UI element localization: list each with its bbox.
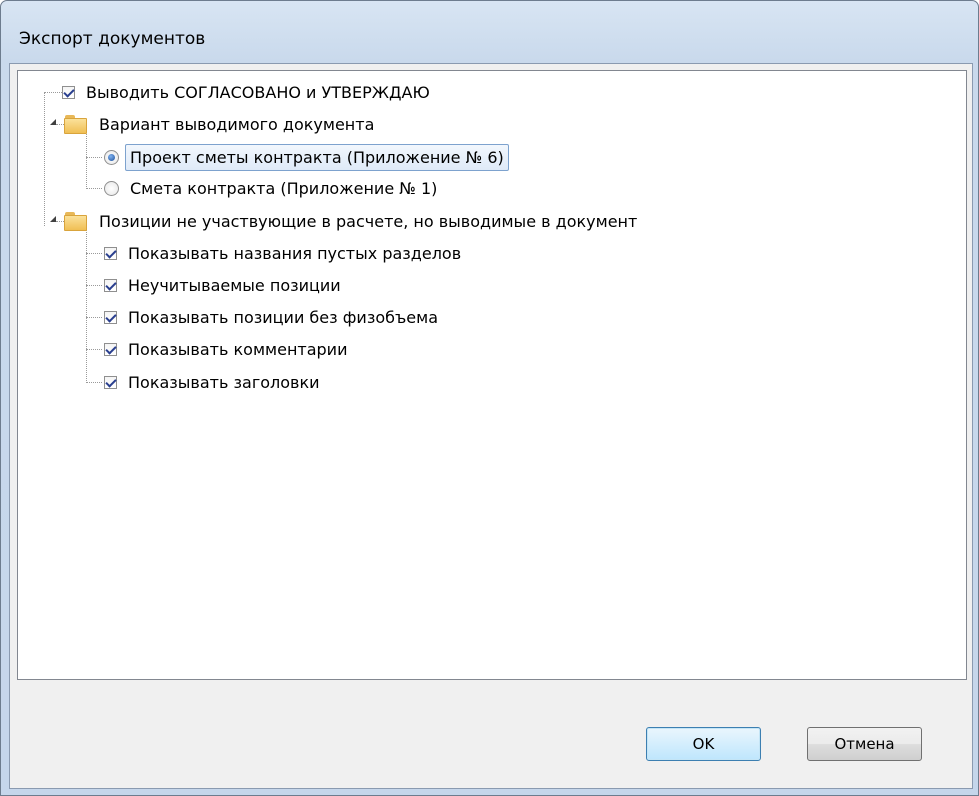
checkbox-label: Показывать заголовки — [128, 372, 320, 392]
checkbox-label: Показывать позиции без физобъема — [128, 307, 438, 327]
group-positions-label: Позиции не участвующие в расчете, но выв… — [99, 211, 638, 231]
tree-item-option[interactable]: Смета контракта (Приложение № 1) — [104, 173, 442, 203]
title-bar[interactable]: Экспорт документов — [1, 1, 978, 63]
options-tree[interactable]: Выводить СОГЛАСОВАНО и УТВЕРЖДАЮ Вариант… — [17, 70, 967, 680]
tree-line — [86, 317, 102, 318]
dialog-title: Экспорт документов — [19, 29, 206, 49]
approve-checkbox[interactable] — [62, 85, 75, 99]
expand-arrow-icon[interactable] — [50, 119, 56, 125]
radio-button[interactable] — [104, 180, 119, 196]
tree-group-positions[interactable]: Позиции не участвующие в расчете, но выв… — [64, 206, 642, 236]
ok-button[interactable]: OK — [646, 727, 761, 761]
option-label: Проект сметы контракта (Приложение № 6) — [125, 143, 509, 171]
tree-line — [86, 188, 102, 189]
tree-item-checkbox[interactable]: Показывать позиции без физобъема — [104, 302, 443, 332]
approve-label: Выводить СОГЛАСОВАНО и УТВЕРЖДАЮ — [86, 82, 430, 102]
tree-line — [86, 349, 102, 350]
tree-line — [56, 221, 64, 222]
folder-icon — [64, 114, 88, 134]
tree-line — [86, 131, 87, 189]
tree-line — [86, 382, 102, 383]
tree-line — [86, 285, 102, 286]
tree-line — [44, 92, 62, 93]
group-variant-label: Вариант выводимого документа — [99, 114, 375, 134]
tree-item-checkbox[interactable]: Неучитываемые позиции — [104, 270, 346, 300]
cancel-button[interactable]: Отмена — [807, 727, 922, 761]
option-label: Смета контракта (Приложение № 1) — [130, 178, 438, 198]
tree-line — [86, 253, 102, 254]
dialog-window: Экспорт документов Выводить СОГЛАСОВАНО … — [0, 0, 979, 796]
tree-line — [86, 157, 102, 158]
tree-item-checkbox[interactable]: Показывать названия пустых разделов — [104, 238, 466, 268]
checkbox-label: Показывать названия пустых разделов — [128, 243, 462, 263]
checkbox[interactable] — [104, 246, 117, 260]
dialog-client-area: Выводить СОГЛАСОВАНО и УТВЕРЖДАЮ Вариант… — [9, 63, 973, 789]
expand-arrow-icon[interactable] — [50, 216, 56, 222]
tree-item-option[interactable]: Проект сметы контракта (Приложение № 6) — [104, 142, 509, 172]
tree-line — [56, 124, 64, 125]
checkbox[interactable] — [104, 375, 117, 389]
checkbox-label: Показывать комментарии — [128, 339, 348, 359]
checkbox-label: Неучитываемые позиции — [128, 275, 341, 295]
tree-line — [44, 92, 45, 226]
tree-item-approve[interactable]: Выводить СОГЛАСОВАНО и УТВЕРЖДАЮ — [62, 77, 435, 107]
tree-group-variant[interactable]: Вариант выводимого документа — [64, 109, 379, 139]
radio-button-selected[interactable] — [104, 149, 119, 165]
checkbox[interactable] — [104, 342, 117, 356]
tree-item-checkbox[interactable]: Показывать заголовки — [104, 367, 325, 397]
tree-item-checkbox[interactable]: Показывать комментарии — [104, 334, 352, 364]
folder-icon — [64, 211, 88, 231]
checkbox[interactable] — [104, 310, 117, 324]
checkbox[interactable] — [104, 278, 117, 292]
